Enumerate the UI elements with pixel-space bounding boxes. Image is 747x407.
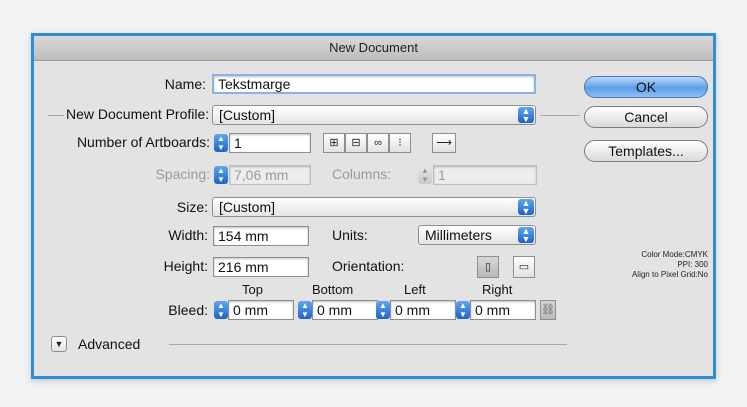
spacing-input[interactable]: 7,06 mm: [229, 165, 311, 185]
advanced-disclosure-icon[interactable]: ▼: [51, 336, 67, 352]
advanced-divider: [169, 344, 567, 345]
select-arrows-icon: ▲ ▼: [518, 107, 534, 124]
ok-button[interactable]: OK: [584, 76, 708, 98]
arrange-by-row-icon[interactable]: ∞: [367, 133, 389, 153]
cancel-button[interactable]: Cancel: [584, 106, 708, 128]
columns-label: Columns:: [332, 166, 392, 182]
bleed-header-top: Top: [242, 282, 263, 297]
profile-select[interactable]: [Custom] ▲ ▼: [212, 105, 536, 125]
select-arrows-icon: ▲ ▼: [518, 199, 534, 216]
name-input[interactable]: Tekstmarge: [212, 74, 536, 94]
link-bleed-icon[interactable]: ⛓: [540, 300, 556, 320]
landscape-orientation-icon[interactable]: ▭: [513, 256, 535, 278]
advanced-label[interactable]: Advanced: [78, 336, 140, 352]
artboards-label: Number of Artboards:: [76, 134, 210, 150]
size-select[interactable]: [Custom] ▲ ▼: [212, 197, 536, 217]
height-label: Height:: [163, 258, 208, 274]
units-label: Units:: [332, 227, 368, 243]
ppi-text: PPI: 300: [677, 260, 708, 269]
profile-group-border-right: [540, 115, 580, 116]
templates-button[interactable]: Templates...: [584, 140, 708, 162]
size-label: Size:: [176, 199, 208, 215]
grid-by-column-icon[interactable]: ⊟: [345, 133, 367, 153]
profile-select-value: [Custom]: [219, 107, 276, 123]
arrange-by-column-icon[interactable]: ⁝: [389, 133, 411, 153]
artboards-stepper-icon[interactable]: ▲ ▼: [214, 134, 228, 152]
profile-group-border-left: [48, 115, 64, 116]
dialog-title: New Document: [34, 36, 713, 61]
portrait-orientation-icon[interactable]: ▯: [477, 256, 499, 278]
pixel-grid-text: Align to Pixel Grid:No: [631, 270, 708, 279]
height-input[interactable]: 216 mm: [213, 257, 309, 277]
width-label: Width:: [168, 227, 208, 243]
bleed-label: Bleed:: [168, 302, 208, 318]
bleed-bottom-stepper-icon[interactable]: ▲ ▼: [298, 301, 312, 319]
bleed-top-stepper-icon[interactable]: ▲ ▼: [214, 301, 228, 319]
artboards-input[interactable]: 1: [229, 133, 311, 153]
bleed-header-bottom: Bottom: [312, 282, 354, 297]
size-select-value: [Custom]: [219, 199, 276, 215]
select-arrows-icon: ▲ ▼: [518, 227, 534, 244]
color-mode-text: Color Mode:CMYK: [641, 250, 708, 259]
grid-by-row-icon[interactable]: ⊞: [323, 133, 345, 153]
bleed-bottom-input[interactable]: 0 mm: [312, 300, 378, 320]
columns-stepper-icon: ▲ ▼: [418, 166, 432, 184]
bleed-right-input[interactable]: 0 mm: [470, 300, 536, 320]
new-document-dialog: New Document Name: Tekstmarge New Docume…: [31, 33, 716, 379]
units-select-value: Millimeters: [425, 227, 492, 243]
name-label: Name:: [164, 76, 206, 92]
spacing-stepper-icon[interactable]: ▲ ▼: [214, 166, 228, 184]
bleed-top-input[interactable]: 0 mm: [228, 300, 294, 320]
document-info: Color Mode:CMYK PPI: 300 Align to Pixel …: [582, 250, 708, 280]
columns-input: 1: [433, 165, 537, 185]
bleed-right-stepper-icon[interactable]: ▲ ▼: [456, 301, 470, 319]
orientation-label: Orientation:: [332, 258, 405, 274]
bleed-header-right: Right: [482, 282, 513, 297]
spacing-label: Spacing:: [155, 166, 210, 182]
width-input[interactable]: 154 mm: [213, 226, 309, 246]
bleed-header-left: Left: [404, 282, 426, 297]
bleed-left-input[interactable]: 0 mm: [390, 300, 456, 320]
right-to-left-layout-icon[interactable]: ⟶: [432, 133, 456, 153]
bleed-left-stepper-icon[interactable]: ▲ ▼: [376, 301, 390, 319]
profile-label: New Document Profile:: [66, 106, 210, 122]
units-select[interactable]: Millimeters ▲ ▼: [418, 225, 536, 245]
